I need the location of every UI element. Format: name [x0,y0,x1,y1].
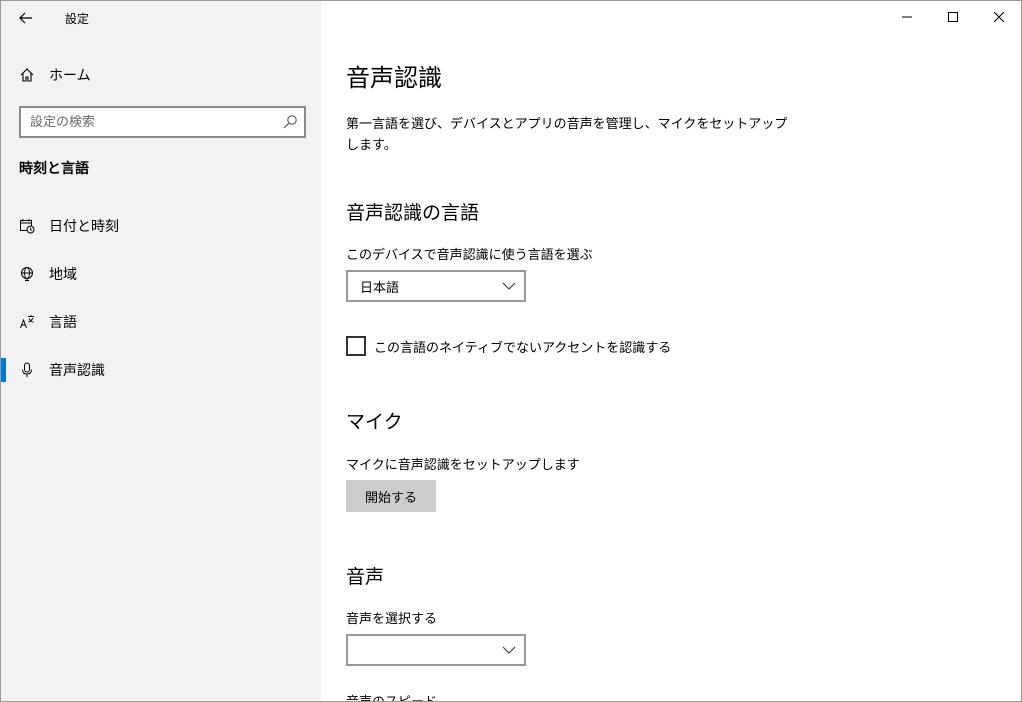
page-description: 第一言語を選び、デバイスとアプリの音声を管理し、マイクをセットアップします。 [346,117,788,153]
settings-window: 設定 ホーム 時刻と言語 [0,0,1022,702]
chevron-down-icon [502,282,516,290]
voice-heading: 音声 [346,566,385,588]
back-button[interactable] [9,3,43,33]
sidebar-item-label: 言語 [49,315,77,331]
voice-label: 音声を選択する [346,612,438,627]
page-title: 音声認識 [346,64,442,92]
sidebar-item-speech[interactable]: 音声認識 [1,350,321,390]
home-icon [18,66,36,84]
back-arrow-icon [19,12,32,24]
voice-speed-label: 音声のスピード [346,691,437,701]
speech-language-dropdown[interactable]: 日本語 [346,270,526,302]
search-input[interactable] [30,114,270,130]
sidebar-item-label: 日付と時刻 [49,219,119,235]
microphone-label: マイクに音声認識をセットアップします [346,458,580,473]
microphone-icon [18,361,36,379]
sidebar-item-label: 音声認識 [49,363,105,379]
non-native-accent-checkbox[interactable] [346,336,366,356]
voice-dropdown[interactable] [346,634,526,666]
speech-language-heading: 音声認識の言語 [346,202,480,224]
main-content: 音声認識 第一言語を選び、デバイスとアプリの音声を管理し、マイクをセットアップし… [346,1,1006,701]
app-title: 設定 [65,12,90,26]
section-heading: 時刻と言語 [19,161,89,177]
sidebar-item-date-time[interactable]: 日付と時刻 [1,206,321,246]
start-button[interactable]: 開始する [346,480,436,512]
sidebar-item-home[interactable]: ホーム [1,57,321,93]
globe-icon [18,265,36,283]
dropdown-value: 日本語 [360,280,400,296]
sidebar: 設定 ホーム 時刻と言語 [1,1,321,701]
home-label: ホーム [49,68,91,84]
sidebar-item-language[interactable]: 言語 [1,302,321,342]
language-icon [18,313,36,331]
sidebar-item-label: 地域 [49,267,77,283]
sidebar-item-region[interactable]: 地域 [1,254,321,294]
search-box[interactable] [19,106,306,138]
speech-language-label: このデバイスで音声認識に使う言語を選ぶ [346,248,593,263]
calendar-clock-icon [18,217,36,235]
search-icon[interactable] [282,114,298,130]
chevron-down-icon [502,646,516,654]
non-native-accent-option[interactable]: この言語のネイティブでないアクセントを認識する [346,335,671,357]
checkbox-label: この言語のネイティブでないアクセントを認識する [374,340,672,356]
microphone-heading: マイク [346,411,403,433]
